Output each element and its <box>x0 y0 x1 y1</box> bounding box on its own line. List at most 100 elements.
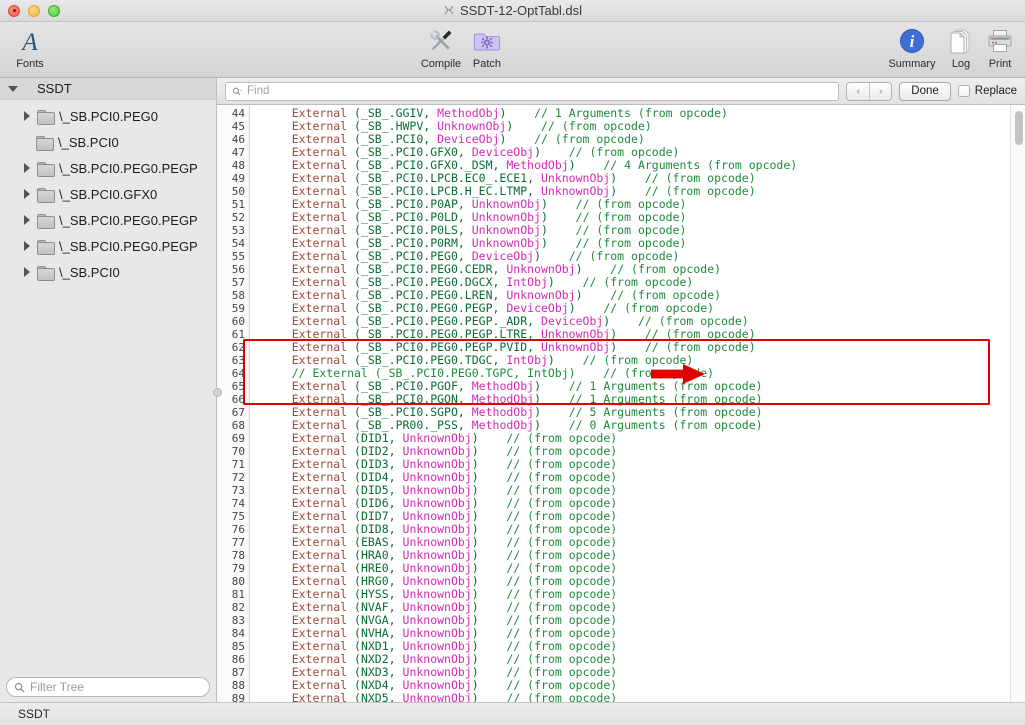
toolbar-button-fonts[interactable]: A Fonts <box>2 26 58 71</box>
code-separator: , <box>457 210 472 224</box>
line-number: 81 <box>231 588 245 601</box>
tree-item[interactable]: \_SB.PCI0.PEG0.PEGP <box>0 233 216 259</box>
chevron-right-icon[interactable] <box>24 267 30 277</box>
replace-checkbox[interactable] <box>957 85 970 97</box>
code-comment: // (from opcode) <box>506 639 618 653</box>
toolbar-button-print[interactable]: Print <box>972 26 1025 71</box>
code-paren-open: ( <box>347 288 361 302</box>
code-line[interactable]: External (NXD5, UnknownObj) // (from opc… <box>250 691 1010 703</box>
code-separator: , <box>388 652 403 666</box>
minimize-window-button[interactable] <box>28 4 40 17</box>
code-separator: , <box>457 418 472 432</box>
tree-item[interactable]: \_SB.PCI0 <box>0 129 216 155</box>
toolbar: A Fonts Compile Patch i Summary Log Prin… <box>0 22 1025 78</box>
code-separator: , <box>527 171 541 185</box>
line-number: 58 <box>231 289 245 302</box>
filter-tree-input[interactable]: Filter Tree <box>6 677 210 697</box>
code-separator: , <box>388 509 403 523</box>
code-type: UnknownObj <box>402 496 472 510</box>
code-paren-close: ) <box>471 639 479 653</box>
find-placeholder: Find <box>247 85 270 97</box>
code-paren-open: ( <box>347 509 361 523</box>
chevron-right-icon[interactable] <box>24 189 30 199</box>
code-comment: // (from opcode) <box>582 353 694 367</box>
code-gap <box>479 652 507 666</box>
code-gap <box>548 223 576 237</box>
maximize-window-button[interactable] <box>48 4 60 17</box>
code-gap <box>583 262 611 276</box>
toolbar-button-patch[interactable]: Patch <box>459 26 515 71</box>
chevron-right-icon[interactable] <box>24 163 30 173</box>
line-number: 59 <box>231 302 245 315</box>
code-comment: // 5 Arguments (from opcode) <box>568 405 763 419</box>
code-area: 44 45 46 47 48 49 50 51 52 53 54 55 56 57 58 59 60 61 62 63… <box>217 105 1025 702</box>
replace-checkbox-group[interactable]: Replace <box>957 85 1017 97</box>
find-next-button[interactable]: › <box>869 82 891 100</box>
code-gap <box>617 327 645 341</box>
chevron-down-icon[interactable] <box>8 85 18 92</box>
close-window-button[interactable] <box>8 4 20 17</box>
code-comment: // (from opcode) <box>644 171 756 185</box>
chevron-right-icon[interactable] <box>24 215 30 225</box>
tree-item[interactable]: \_SB.PCI0.PEG0.PEGP <box>0 207 216 233</box>
code-paren-open: ( <box>347 340 361 354</box>
code-type: UnknownObj <box>471 197 541 211</box>
tree-item[interactable]: \_SB.PCI0.GFX0 <box>0 181 216 207</box>
code-paren-close: ) <box>471 444 479 458</box>
line-number: 87 <box>231 666 245 679</box>
code-type: UnknownObj <box>402 691 472 703</box>
code-comment: // 0 Arguments (from opcode) <box>568 418 763 432</box>
code-path: _SB_.PCI0.PEG0.TDGC <box>360 353 493 367</box>
find-input[interactable]: Find <box>225 81 840 101</box>
vertical-scrollbar-thumb[interactable] <box>1014 111 1023 145</box>
line-number: 48 <box>231 159 245 172</box>
code-path: _SB_.PCI0.PEG0.LREN <box>360 288 493 302</box>
code-separator: , <box>388 574 403 588</box>
tree-item-label: \_SB.PCI0.PEG0.PEGP <box>59 238 198 254</box>
code-keyword: External <box>291 145 348 159</box>
code-separator: , <box>492 353 507 367</box>
chevron-right-icon[interactable] <box>24 111 30 121</box>
toolbar-button-summary[interactable]: i Summary <box>884 26 940 71</box>
line-number: 89 <box>231 692 245 702</box>
tree-item[interactable]: \_SB.PCI0 <box>0 259 216 285</box>
code-paren-close: ) <box>471 678 479 692</box>
vertical-scrollbar[interactable] <box>1010 105 1025 702</box>
tree-item[interactable]: \_SB.PCI0.PEG0 <box>0 103 216 129</box>
code-type: UnknownObj <box>506 262 576 276</box>
code-paren-close: ) <box>534 418 541 432</box>
line-number: 50 <box>231 185 245 198</box>
line-number: 86 <box>231 653 245 666</box>
code-comment: // (from opcode) <box>541 119 652 133</box>
code-paren-close: ) <box>471 600 479 614</box>
code-gap <box>548 210 576 224</box>
find-previous-button[interactable]: ‹ <box>847 83 869 100</box>
patch-icon <box>473 26 501 56</box>
code-path: NXD5 <box>360 691 389 703</box>
code-paren-close: ) <box>471 652 479 666</box>
code-keyword: External <box>291 691 348 703</box>
code-paren-open: ( <box>347 132 361 146</box>
chevron-right-icon[interactable] <box>24 241 30 251</box>
tree-root-header[interactable]: SSDT <box>0 78 216 100</box>
code-comment: // (from opcode) <box>506 665 618 679</box>
find-done-button[interactable]: Done <box>899 81 951 101</box>
code-paren-open: ( <box>347 314 361 328</box>
code-comment: // 1 Arguments (from opcode) <box>568 392 763 406</box>
code-content[interactable]: External (_SB_.GGIV, MethodObj) // 1 Arg… <box>250 105 1010 703</box>
code-type: DeviceObj <box>471 145 535 159</box>
code-gap <box>541 249 569 263</box>
code-paren-close: ) <box>534 405 541 419</box>
split-view-handle[interactable] <box>213 388 222 397</box>
tree-item[interactable]: \_SB.PCI0.PEG0.PEGP <box>0 155 216 181</box>
print-icon <box>986 26 1014 56</box>
